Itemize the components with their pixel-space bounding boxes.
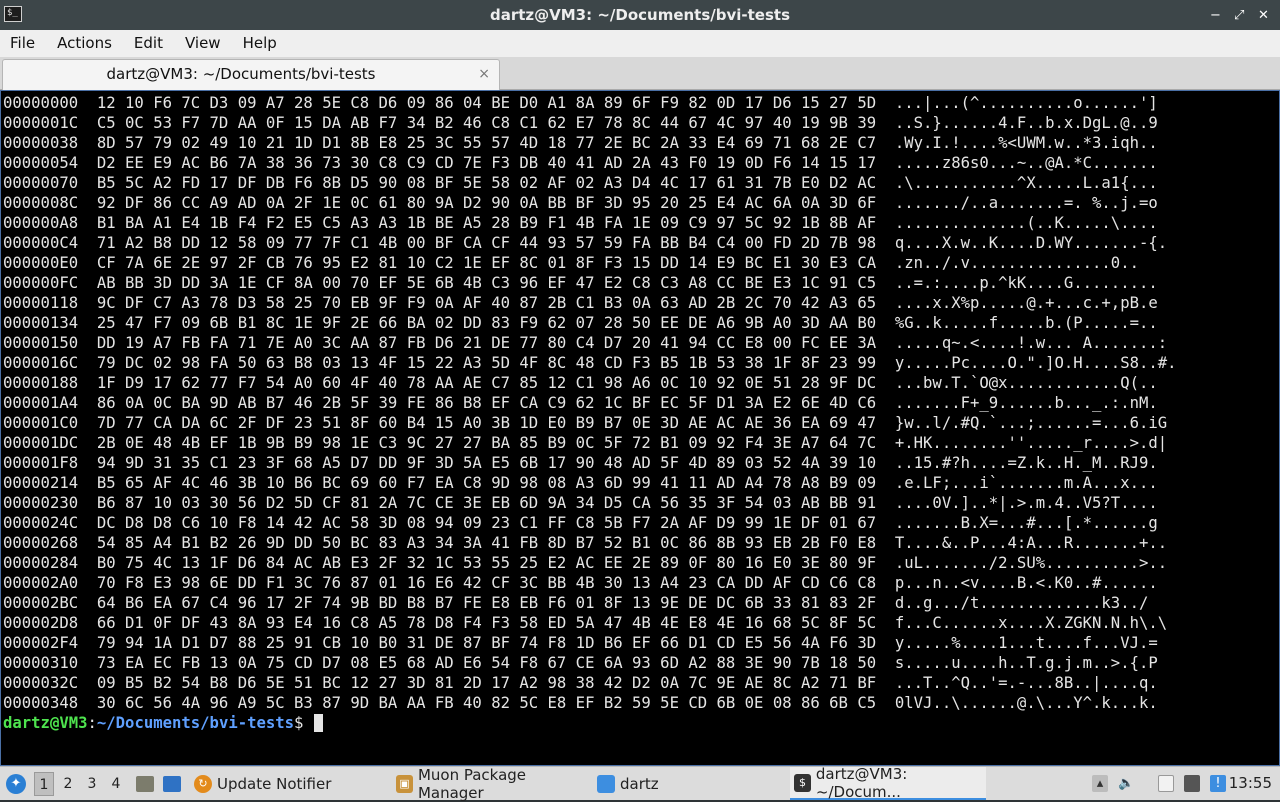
tab-title: dartz@VM3: ~/Documents/bvi-tests [106, 65, 376, 83]
hexdump-line: 000001C0 7D 77 CA DA 6C 2F DF 23 51 8F 6… [3, 414, 1168, 432]
hexdump-line: 0000016C 79 DC 02 98 FA 50 63 B8 03 13 4… [3, 354, 1177, 372]
file-manager-icon[interactable] [163, 776, 181, 792]
show-desktop-icon[interactable] [136, 776, 154, 792]
hexdump-line: 00000284 B0 75 4C 13 1F D6 84 AC AB E3 2… [3, 554, 1168, 572]
hexdump-line: 00000188 1F D9 17 62 77 F7 54 A0 60 4F 4… [3, 374, 1158, 392]
taskbar: ✦ 1 2 3 4 ↻ Update Notifier ▣ Muon Packa… [0, 764, 1280, 802]
hexdump-line: 000001F8 94 9D 31 35 C1 23 3F 68 A5 D7 D… [3, 454, 1158, 472]
terminal-output: 00000000 12 10 F6 7C D3 09 A7 28 5E C8 D… [3, 93, 1177, 733]
package-icon: ▣ [396, 774, 413, 793]
menu-actions[interactable]: Actions [46, 30, 123, 57]
hexdump-line: 00000038 8D 57 79 02 49 10 21 1D D1 8B E… [3, 134, 1158, 152]
window-title: dartz@VM3: ~/Documents/bvi-tests [489, 6, 791, 24]
clipboard-icon[interactable] [1158, 775, 1174, 792]
hexdump-line: 00000268 54 85 A4 B1 B2 26 9D DD 50 BC 8… [3, 534, 1168, 552]
clock[interactable]: 13:55 [1229, 767, 1272, 800]
hexdump-line: 00000348 30 6C 56 4A 96 A9 5C B3 87 9D B… [3, 694, 1158, 712]
window-titlebar[interactable]: $_ dartz@VM3: ~/Documents/bvi-tests − ⤢ … [0, 0, 1280, 30]
hexdump-line: 000000C4 71 A2 B8 DD 12 58 09 77 7F C1 4… [3, 234, 1168, 252]
tab-bar: dartz@VM3: ~/Documents/bvi-tests × [0, 57, 1280, 90]
menu-file[interactable]: File [0, 30, 46, 57]
prompt-path: ~/Documents/bvi-tests [96, 714, 295, 732]
menu-view[interactable]: View [174, 30, 232, 57]
hexdump-line: 00000134 25 47 F7 09 6B B1 8C 1E 9F 2E 6… [3, 314, 1158, 332]
terminal-icon: $ [794, 773, 811, 792]
hexdump-line: 00000310 73 EA EC FB 13 0A 75 CD D7 08 E… [3, 654, 1158, 672]
hexdump-line: 000000A8 B1 BA A1 E4 1B F4 F2 E5 C5 A3 A… [3, 214, 1158, 232]
tab-close-icon[interactable]: × [478, 66, 490, 82]
maximize-button[interactable]: ⤢ [1234, 8, 1244, 23]
hexdump-line: 000002D8 66 D1 0F DF 43 8A 93 E4 16 C8 A… [3, 614, 1168, 632]
network-icon[interactable] [1184, 775, 1200, 792]
task-label: dartz@VM3: ~/Docum... [815, 764, 908, 801]
hexdump-line: 00000150 DD 19 A7 FB FA 71 7E A0 3C AA 8… [3, 334, 1168, 352]
terminal-view[interactable]: 00000000 12 10 F6 7C D3 09 A7 28 5E C8 D… [0, 90, 1280, 766]
tab-terminal[interactable]: dartz@VM3: ~/Documents/bvi-tests × [2, 59, 500, 90]
hexdump-line: 0000032C 09 B5 B2 54 B8 D6 5E 51 BC 12 2… [3, 674, 1158, 692]
start-menu-icon[interactable]: ✦ [6, 774, 26, 794]
hexdump-line: 000002BC 64 B6 EA 67 C4 96 17 2F 74 9B B… [3, 594, 1149, 612]
task-update-notifier[interactable]: ↻ Update Notifier [194, 767, 384, 800]
window-controls: − ⤢ ✕ [1210, 0, 1269, 30]
tray-arrow-icon[interactable]: ▴ [1092, 775, 1108, 792]
task-muon-package-manager[interactable]: ▣ Muon Package Manager [396, 765, 586, 802]
hexdump-line: 000002A0 70 F8 E3 98 6E DD F1 3C 76 87 0… [3, 574, 1158, 592]
minimize-button[interactable]: − [1210, 8, 1221, 23]
menu-edit[interactable]: Edit [123, 30, 174, 57]
notification-icon[interactable]: ! [1210, 775, 1226, 792]
close-button[interactable]: ✕ [1258, 8, 1269, 23]
hexdump-line: 000002F4 79 94 1A D1 D7 88 25 91 CB 10 B… [3, 634, 1158, 652]
text-cursor [313, 714, 323, 732]
hexdump-line: 000000E0 CF 7A 6E 2E 97 2F CB 76 95 E2 8… [3, 254, 1139, 272]
hexdump-line: 0000008C 92 DF 86 CC A9 AD 0A 2F 1E 0C 6… [3, 194, 1158, 212]
volume-icon[interactable]: 🔈 [1118, 775, 1134, 792]
menu-bar: File Actions Edit View Help [0, 30, 1280, 57]
hexdump-line: 00000054 D2 EE E9 AC B6 7A 38 36 73 30 C… [3, 154, 1158, 172]
task-label: Muon Package Manager [417, 765, 527, 802]
prompt-symbol: $ [294, 714, 313, 732]
task-terminal[interactable]: $ dartz@VM3: ~/Docum... [790, 764, 986, 801]
hexdump-line: 00000000 12 10 F6 7C D3 09 A7 28 5E C8 D… [3, 94, 1158, 112]
hexdump-line: 00000214 B5 65 AF 4C 46 3B 10 B6 BC 69 6… [3, 474, 1158, 492]
menu-help[interactable]: Help [232, 30, 288, 57]
hexdump-line: 000000FC AB BB 3D DD 3A 1E CF 8A 00 70 E… [3, 274, 1158, 292]
shell-prompt[interactable]: dartz@VM3:~/Documents/bvi-tests$ [3, 713, 1177, 733]
task-label: Update Notifier [217, 774, 332, 793]
task-label: dartz [620, 774, 659, 793]
hexdump-line: 0000024C DC D8 D8 C6 10 F8 14 42 AC 58 3… [3, 514, 1158, 532]
hexdump-line: 0000001C C5 0C 53 F7 7D AA 0F 15 DA AB F… [3, 114, 1158, 132]
hexdump-line: 000001DC 2B 0E 48 4B EF 1B 9B B9 98 1E C… [3, 434, 1168, 452]
hexdump-line: 00000118 9C DF C7 A3 78 D3 58 25 70 EB 9… [3, 294, 1158, 312]
workspace-2[interactable]: 2 [58, 772, 78, 796]
workspace-3[interactable]: 3 [82, 772, 102, 796]
hexdump-line: 00000230 B6 87 10 03 30 56 D2 5D CF 81 2… [3, 494, 1158, 512]
hexdump-line: 00000070 B5 5C A2 FD 17 DF DB F6 8B D5 9… [3, 174, 1158, 192]
folder-icon [597, 774, 615, 793]
prompt-separator: : [87, 714, 97, 732]
hexdump-line: 000001A4 86 0A 0C BA 9D AB B7 46 2B 5F 3… [3, 394, 1158, 412]
prompt-user-host: dartz@VM3 [3, 714, 88, 732]
workspace-4[interactable]: 4 [106, 772, 126, 796]
task-dartz-folder[interactable]: dartz [597, 767, 787, 800]
update-icon: ↻ [194, 774, 212, 793]
workspace-1[interactable]: 1 [34, 772, 54, 796]
